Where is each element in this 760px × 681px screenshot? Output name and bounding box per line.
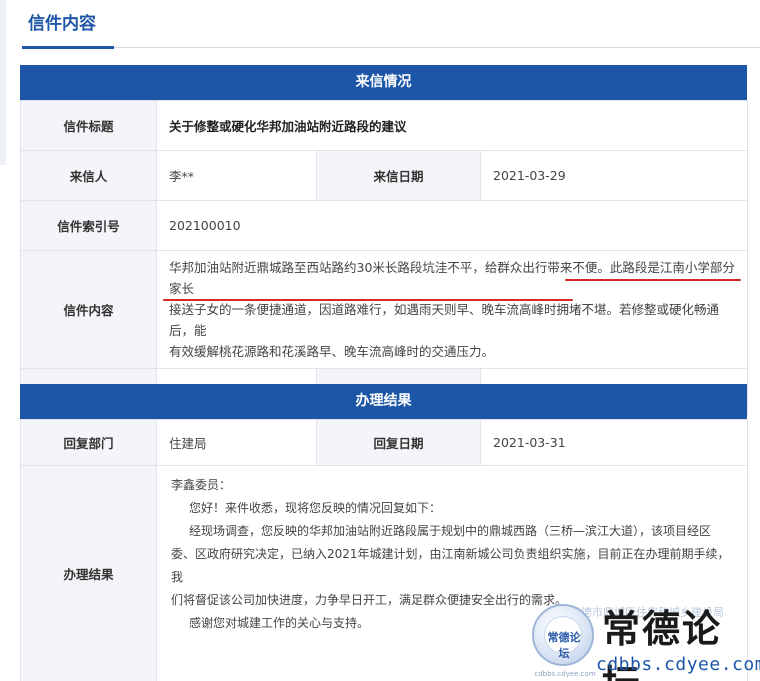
subject-label: 信件标题 [20, 100, 157, 151]
content-line-1: 华邦加油站附近鼎城路至西站路约30米长路段坑洼不平，给群众出行带来不便。此路段是… [169, 260, 735, 296]
page-header: 信件内容 [0, 0, 760, 165]
reply-line-1: 您好！来件收悉，现将您反映的情况回复如下： [189, 501, 442, 515]
table-row: 回复部门 住建局 回复日期 2021-03-31 [20, 419, 748, 466]
reply-line-2b: 委、区政府研究决定，已纳入2021年城建计划，由江南新城公司负责组织实施，目前正… [171, 547, 730, 584]
forum-logo-subtext: cdbbs.cdyee.com [534, 670, 596, 678]
table-row: 来信人 李** 来信日期 2021-03-29 [20, 150, 749, 201]
header-divider [114, 47, 760, 48]
content-label: 信件内容 [20, 250, 157, 369]
content-line-3: 有效缓解桃花源路和花溪路早、晚车流高峰时的交通压力。 [169, 344, 495, 359]
forum-logo-icon: 常德论坛 cdbbs.cdyee.com [532, 604, 596, 678]
reply-date-label: 回复日期 [316, 419, 481, 466]
content-line-2: 接送子女的一条便捷通道，因道路难行，如遇雨天则早、晚车流高峰时拥堵不堪。若修整或… [169, 302, 720, 338]
result-label: 办理结果 [20, 465, 157, 681]
index-label: 信件索引号 [20, 200, 157, 251]
dept-value: 住建局 [156, 419, 317, 466]
title-underline [22, 46, 114, 49]
forum-watermark: 常德论坛 cdbbs.cdyee.com 常德论坛 cdbbs.cdyee.co… [530, 598, 760, 681]
reply-date-value: 2021-03-31 [480, 419, 748, 466]
forum-logo-inner: 常德论坛 [544, 616, 582, 660]
table-row: 信件标题 关于修整或硬化华邦加油站附近路段的建议 [20, 100, 749, 151]
forum-url: cdbbs.cdyee.com [596, 654, 760, 675]
letter-section-bar: 来信情况 [20, 65, 747, 100]
letter-section: 来信情况 信件标题 关于修整或硬化华邦加油站附近路段的建议 来信人 李** 来信… [20, 65, 749, 415]
letter-table: 信件标题 关于修整或硬化华邦加油站附近路段的建议 来信人 李** 来信日期 20… [20, 100, 749, 415]
content-cell: 华邦加油站附近鼎城路至西站路约30米长路段坑洼不平，给群众出行带来不便。此路段是… [155, 250, 749, 369]
sender-label: 来信人 [20, 150, 157, 201]
table-row: 信件索引号 202100010 [20, 200, 749, 251]
date-value: 2021-03-29 [479, 150, 749, 201]
annotation-underline [163, 299, 573, 301]
result-section-bar: 办理结果 [20, 384, 747, 419]
subject-value: 关于修整或硬化华邦加油站附近路段的建议 [155, 100, 749, 151]
content-text: 华邦加油站附近鼎城路至西站路约30米长路段坑洼不平，给群众出行带来不便。此路段是… [157, 251, 747, 368]
left-accent-bar [0, 0, 6, 165]
reply-greeting: 李鑫委员： [171, 478, 232, 492]
page-title: 信件内容 [28, 14, 96, 34]
forum-logo-text: 常德论坛 [547, 631, 581, 660]
date-label: 来信日期 [316, 150, 481, 201]
dept-label: 回复部门 [20, 419, 157, 466]
table-row: 信件内容 华邦加油站附近鼎城路至西站路约30米长路段坑洼不平，给群众出行带来不便… [20, 250, 749, 369]
reply-line-2a: 经现场调查，您反映的华邦加油站附近路段属于规划中的鼎城西路（三桥—滨江大道），该… [189, 524, 712, 538]
index-value: 202100010 [155, 200, 749, 251]
annotation-underline [565, 279, 741, 281]
sender-value: 李** [156, 150, 317, 201]
